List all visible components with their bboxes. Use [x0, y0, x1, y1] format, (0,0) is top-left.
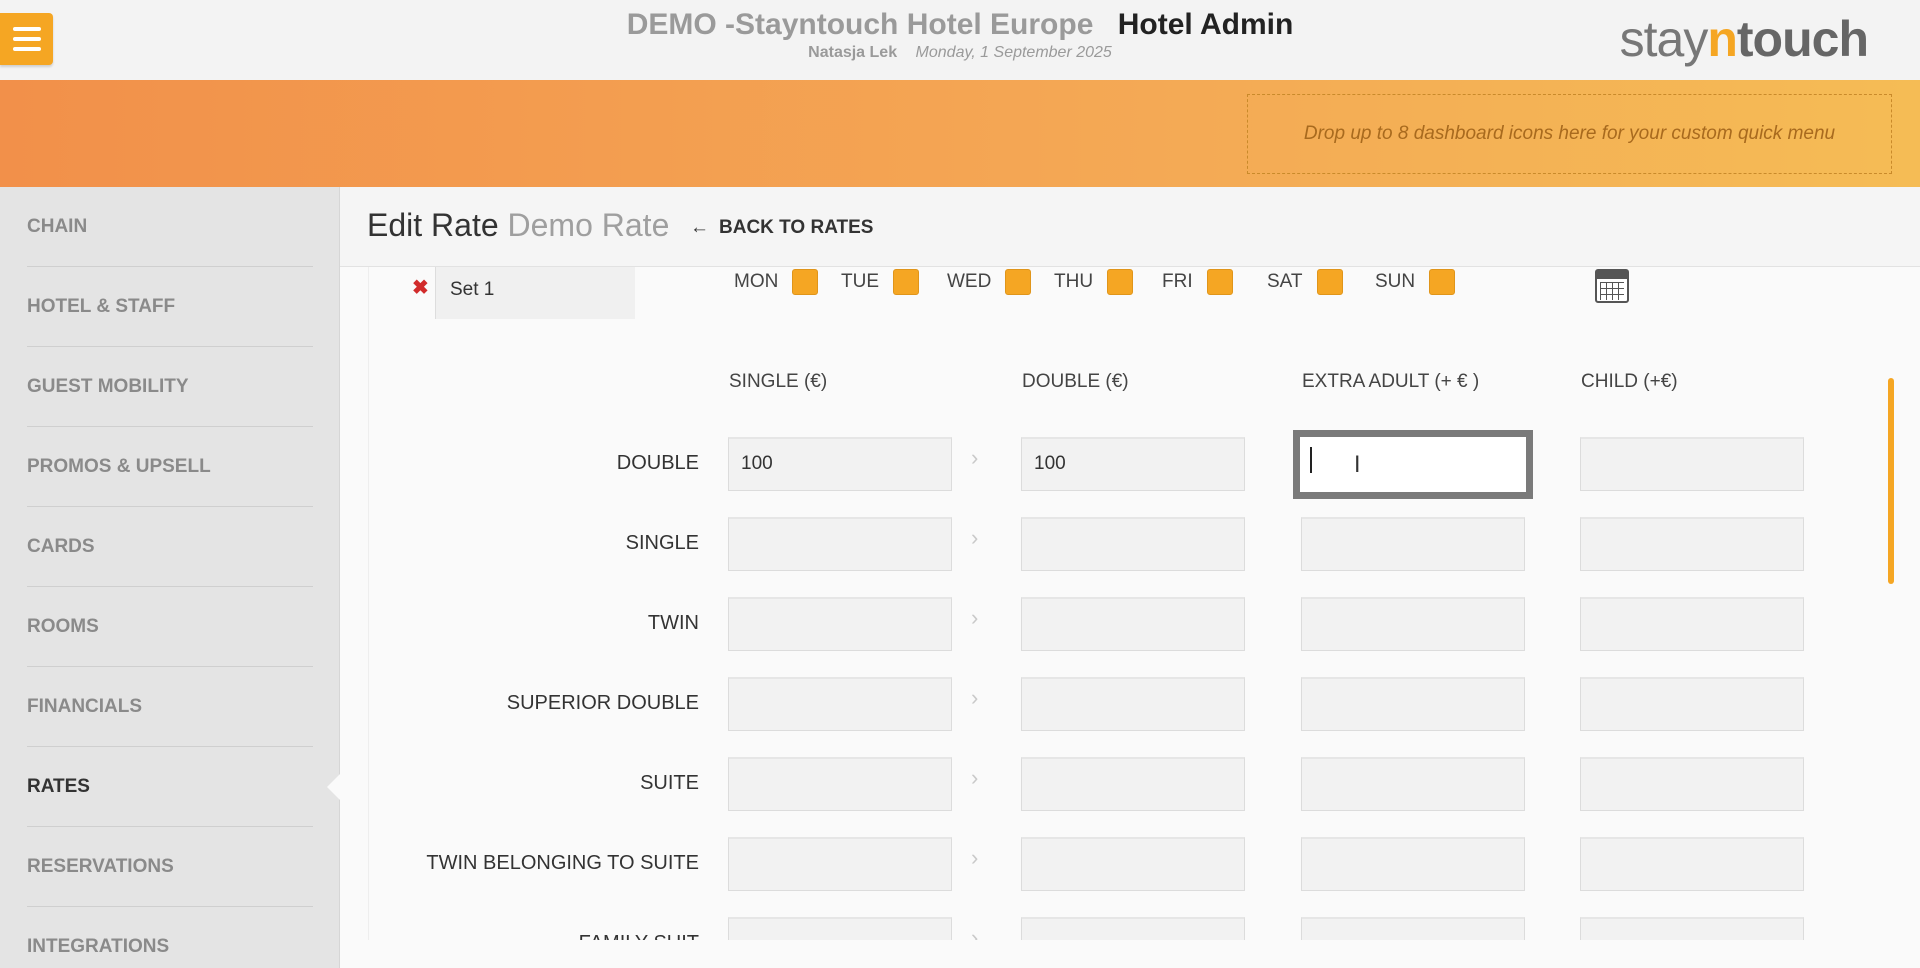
rate-input-extra-adult[interactable] — [1301, 917, 1525, 940]
page-title: Edit Rate Demo Rate — [367, 207, 669, 244]
day-toggle-thu[interactable]: THU — [1054, 269, 1134, 295]
user-name[interactable]: Natasja Lek — [808, 44, 897, 61]
stayntouch-logo: stayntouch — [1619, 11, 1869, 67]
copy-arrow-icon[interactable]: › — [971, 525, 978, 551]
room-type-label: SUPERIOR DOUBLE — [506, 692, 699, 714]
rate-input-single[interactable] — [728, 757, 952, 811]
room-type-label: TWIN — [647, 612, 699, 634]
rate-input-child[interactable] — [1580, 517, 1804, 571]
text-cursor-icon: I — [1354, 453, 1361, 478]
sidebar-item-guest-mobility[interactable]: GUEST MOBILITY — [27, 347, 313, 427]
day-toggle-sat[interactable]: SAT — [1267, 269, 1343, 295]
checkbox-icon — [893, 269, 919, 295]
active-pointer — [327, 773, 341, 801]
day-toggle-wed[interactable]: WED — [947, 269, 1032, 295]
sidebar-item-rooms[interactable]: ROOMS — [27, 587, 313, 667]
rate-input-single[interactable] — [728, 917, 952, 940]
sidebar-item-reservations[interactable]: RESERVATIONS — [27, 827, 313, 907]
copy-arrow-icon[interactable]: › — [971, 445, 978, 471]
rate-input-extra-adult[interactable] — [1301, 837, 1525, 891]
sidebar: CHAIN HOTEL & STAFF GUEST MOBILITY PROMO… — [0, 187, 341, 968]
rate-input-child[interactable] — [1580, 677, 1804, 731]
rate-input-child[interactable] — [1580, 437, 1804, 491]
rate-set-panel: ✖ Set 1 MON TUE WED THU FRI SAT SUN SING… — [368, 267, 1886, 940]
set-name-field[interactable]: Set 1 — [435, 267, 635, 319]
rate-input-single[interactable]: 100 — [728, 437, 952, 491]
sidebar-item-promos-upsell[interactable]: PROMOS & UPSELL — [27, 427, 313, 507]
copy-arrow-icon[interactable]: › — [971, 605, 978, 631]
hotel-name: DEMO -Stayntouch Hotel Europe — [626, 8, 1094, 41]
rate-input-extra-adult[interactable] — [1293, 430, 1533, 499]
app-title: Hotel Admin — [1117, 8, 1294, 41]
rate-input-single[interactable] — [728, 837, 952, 891]
business-date: Monday, 1 September 2025 — [915, 44, 1112, 61]
scrollbar-thumb[interactable] — [1888, 378, 1894, 584]
checkbox-icon — [1316, 269, 1343, 295]
copy-arrow-icon[interactable]: › — [971, 925, 978, 940]
rate-input-double[interactable]: 100 — [1021, 437, 1245, 491]
copy-arrow-icon[interactable]: › — [971, 685, 978, 711]
arrow-left-icon: ← — [690, 217, 709, 238]
top-header: DEMO -Stayntouch Hotel Europe Hotel Admi… — [0, 0, 1920, 80]
checkbox-icon — [1206, 269, 1233, 295]
rate-input-single[interactable] — [728, 597, 952, 651]
remove-set-icon[interactable]: ✖ — [412, 275, 429, 300]
rate-input-child[interactable] — [1580, 837, 1804, 891]
checkbox-icon — [1107, 269, 1134, 295]
day-toggle-tue[interactable]: TUE — [841, 269, 919, 295]
calendar-icon[interactable] — [1595, 269, 1629, 303]
room-type-label: SUITE — [640, 772, 699, 794]
checkbox-icon — [1429, 269, 1456, 295]
room-type-label: SINGLE — [625, 532, 699, 554]
room-type-label: TWIN BELONGING TO SUITE — [426, 852, 699, 874]
sidebar-item-cards[interactable]: CARDS — [27, 507, 313, 587]
day-toggle-fri[interactable]: FRI — [1162, 269, 1233, 295]
rate-input-double[interactable] — [1021, 757, 1245, 811]
rate-input-child[interactable] — [1580, 917, 1804, 940]
page-header: Edit Rate Demo Rate ← BACK TO RATES — [340, 187, 1920, 267]
room-type-label: DOUBLE — [616, 452, 699, 474]
quick-menu-banner: Drop up to 8 dashboard icons here for yo… — [0, 80, 1920, 187]
rate-input-child[interactable] — [1580, 597, 1804, 651]
room-type-label: FAMILY SUIT — [369, 932, 699, 940]
checkbox-icon — [792, 269, 819, 295]
column-header-double: DOUBLE (€) — [1022, 371, 1129, 392]
sidebar-item-integrations[interactable]: INTEGRATIONS — [27, 907, 313, 968]
copy-arrow-icon[interactable]: › — [971, 765, 978, 791]
sidebar-item-rates[interactable]: RATES — [27, 747, 313, 827]
rate-input-double[interactable] — [1021, 837, 1245, 891]
day-toggle-mon[interactable]: MON — [734, 269, 819, 295]
rate-input-extra-adult[interactable] — [1301, 757, 1525, 811]
checkbox-icon — [1005, 269, 1032, 295]
back-to-rates-label: BACK TO RATES — [719, 217, 874, 238]
column-header-child: CHILD (+€) — [1581, 371, 1678, 392]
sidebar-item-financials[interactable]: FINANCIALS — [27, 667, 313, 747]
rate-input-double[interactable] — [1021, 917, 1245, 940]
rate-input-double[interactable] — [1021, 597, 1245, 651]
rate-name: Demo Rate — [507, 207, 670, 243]
rate-input-double[interactable] — [1021, 517, 1245, 571]
rate-input-single[interactable] — [728, 677, 952, 731]
copy-arrow-icon[interactable]: › — [971, 845, 978, 871]
rate-input-extra-adult[interactable] — [1301, 597, 1525, 651]
quick-menu-dropzone[interactable]: Drop up to 8 dashboard icons here for yo… — [1247, 94, 1892, 174]
sidebar-item-chain[interactable]: CHAIN — [27, 187, 313, 267]
column-header-extra-adult: EXTRA ADULT (+ € ) — [1302, 371, 1480, 392]
day-toggle-sun[interactable]: SUN — [1375, 269, 1456, 295]
page-title-text: Edit Rate — [367, 207, 499, 243]
back-to-rates-button[interactable]: ← BACK TO RATES — [690, 217, 873, 239]
rate-input-extra-adult[interactable] — [1301, 517, 1525, 571]
rate-input-double[interactable] — [1021, 677, 1245, 731]
rate-input-extra-adult[interactable] — [1301, 677, 1525, 731]
rate-input-single[interactable] — [728, 517, 952, 571]
rate-input-child[interactable] — [1580, 757, 1804, 811]
sidebar-item-hotel-staff[interactable]: HOTEL & STAFF — [27, 267, 313, 347]
column-header-single: SINGLE (€) — [729, 371, 828, 392]
